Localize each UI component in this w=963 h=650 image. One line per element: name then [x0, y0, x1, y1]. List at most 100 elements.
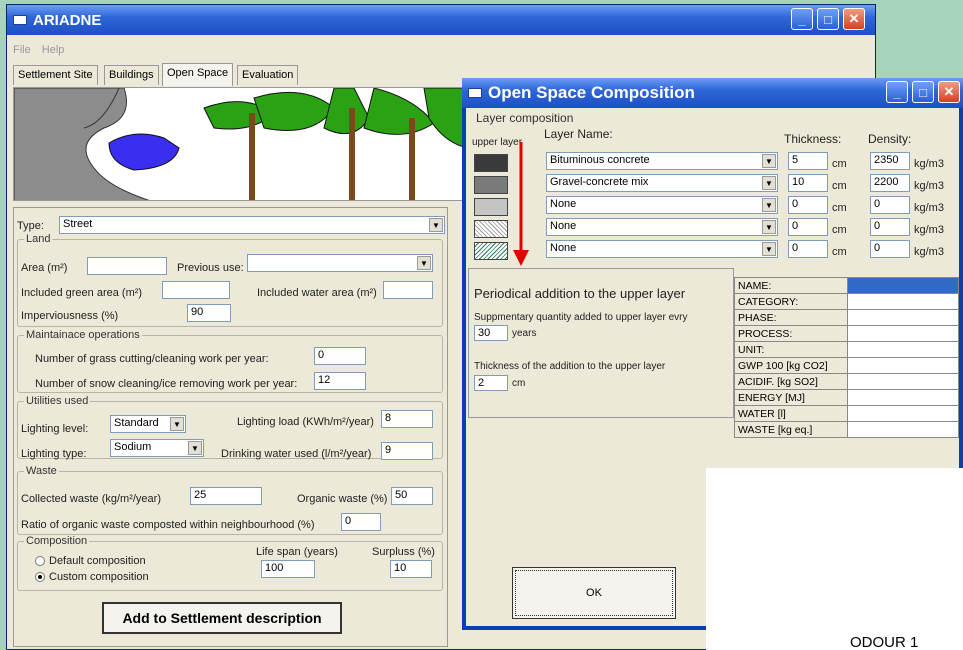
layer-swatch-2 [474, 176, 508, 194]
green-area-label: Included green area (m²) [21, 287, 143, 299]
previous-use-select[interactable]: ▼ [247, 254, 433, 272]
dialog-close-button[interactable]: ✕ [938, 81, 960, 103]
property-value[interactable] [846, 341, 960, 358]
imperviousness-input[interactable]: 90 [187, 304, 231, 322]
layer-thickness-input[interactable]: 0 [788, 196, 828, 214]
layer-density-unit: kg/m3 [914, 158, 944, 170]
property-row[interactable]: NAME: [734, 277, 960, 294]
tab-open-space[interactable]: Open Space [162, 63, 234, 86]
layer-name-select[interactable]: Bituminous concrete ▼ [546, 152, 778, 170]
menu-help[interactable]: Help [42, 44, 65, 56]
layer-swatch-1 [474, 154, 508, 172]
chevron-down-icon: ▼ [762, 176, 776, 190]
property-label: PROCESS: [734, 325, 848, 342]
property-label: NAME: [734, 277, 848, 294]
property-row[interactable]: GWP 100 [kg CO2] [734, 357, 960, 374]
surplus-input[interactable]: 10 [390, 560, 432, 578]
property-row[interactable]: WASTE [kg eq.] [734, 421, 960, 438]
life-span-input[interactable]: 100 [261, 560, 315, 578]
chevron-down-icon: ▼ [762, 242, 776, 256]
dialog-minimize-button[interactable]: _ [886, 81, 908, 103]
property-row[interactable]: PHASE: [734, 309, 960, 326]
default-composition-radio[interactable]: Default composition [35, 555, 146, 567]
layer-name-value: None [550, 198, 577, 210]
layer-thickness-input[interactable]: 5 [788, 152, 828, 170]
grass-cutting-label: Number of grass cutting/cleaning work pe… [35, 353, 269, 365]
lighting-type-select[interactable]: Sodium ▼ [110, 439, 204, 457]
property-row[interactable]: ACIDIF. [kg SO2] [734, 373, 960, 390]
property-row[interactable]: WATER [l] [734, 405, 960, 422]
park-illustration-icon [14, 88, 466, 200]
property-row[interactable]: PROCESS: [734, 325, 960, 342]
tab-evaluation[interactable]: Evaluation [237, 65, 299, 85]
layer-density-input[interactable]: 0 [870, 240, 910, 258]
layer-density-input[interactable]: 2200 [870, 174, 910, 192]
compost-ratio-label: Ratio of organic waste composted within … [21, 519, 315, 531]
property-value[interactable] [846, 277, 960, 294]
addition-thickness-input[interactable]: 2 [474, 375, 508, 391]
close-button[interactable]: ✕ [843, 8, 865, 30]
water-area-input[interactable] [383, 281, 433, 299]
main-title-bar[interactable]: ARIADNE _ □ ✕ [7, 5, 875, 35]
lighting-level-select[interactable]: Standard ▼ [110, 415, 186, 433]
maximize-button[interactable]: □ [817, 8, 839, 30]
tab-settlement-site[interactable]: Settlement Site [13, 65, 98, 85]
property-row[interactable]: CATEGORY: [734, 293, 960, 310]
layer-thickness-input[interactable]: 10 [788, 174, 828, 192]
property-label: WASTE [kg eq.] [734, 421, 848, 438]
layer-density-input[interactable]: 0 [870, 196, 910, 214]
add-to-settlement-button[interactable]: Add to Settlement description [102, 602, 342, 634]
type-label: Type: [17, 220, 44, 232]
organic-waste-input[interactable]: 50 [391, 487, 433, 505]
red-arrow-icon [513, 142, 529, 266]
drinking-water-input[interactable]: 9 [381, 442, 433, 460]
minimize-button[interactable]: _ [791, 8, 813, 30]
lighting-type-value: Sodium [114, 441, 152, 453]
property-value[interactable] [846, 293, 960, 310]
property-row[interactable]: ENERGY [MJ] [734, 389, 960, 406]
layer-name-select[interactable]: None ▼ [546, 218, 778, 236]
area-input[interactable] [87, 257, 167, 275]
layer-density-input[interactable]: 2350 [870, 152, 910, 170]
layer-density-unit: kg/m3 [914, 224, 944, 236]
layer-thickness-input[interactable]: 0 [788, 240, 828, 258]
layer-thickness-unit: cm [832, 180, 847, 192]
layer-name-select[interactable]: None ▼ [546, 240, 778, 258]
layer-thickness-input[interactable]: 0 [788, 218, 828, 236]
custom-composition-radio[interactable]: Custom composition [35, 571, 149, 583]
property-value[interactable] [846, 309, 960, 326]
property-value[interactable] [846, 421, 960, 438]
layer-name-header: Layer Name: [544, 127, 613, 141]
property-value[interactable] [846, 325, 960, 342]
green-area-input[interactable] [162, 281, 230, 299]
menu-file[interactable]: File [13, 44, 31, 56]
chevron-down-icon: ▼ [429, 218, 443, 232]
property-value[interactable] [846, 389, 960, 406]
layer-name-select[interactable]: Gravel-concrete mix ▼ [546, 174, 778, 192]
property-value[interactable] [846, 357, 960, 374]
water-area-label: Included water area (m²) [257, 287, 377, 299]
property-value[interactable] [846, 373, 960, 390]
property-label: PHASE: [734, 309, 848, 326]
property-label: UNIT: [734, 341, 848, 358]
life-span-label: Life span (years) [256, 546, 338, 558]
collected-waste-input[interactable]: 25 [190, 487, 262, 505]
layer-name-value: None [550, 242, 577, 254]
layer-thickness-unit: cm [832, 202, 847, 214]
lighting-load-input[interactable]: 8 [381, 410, 433, 428]
property-value[interactable] [846, 405, 960, 422]
layer-density-input[interactable]: 0 [870, 218, 910, 236]
type-select[interactable]: Street ▼ [59, 216, 445, 234]
dialog-title-bar[interactable]: Open Space Composition _ □ ✕ [462, 78, 963, 108]
grass-cutting-input[interactable]: 0 [314, 347, 366, 365]
dialog-maximize-button[interactable]: □ [912, 81, 934, 103]
layer-swatch-5 [474, 242, 508, 260]
tab-buildings[interactable]: Buildings [104, 65, 159, 85]
property-row[interactable]: UNIT: [734, 341, 960, 358]
snow-cleaning-input[interactable]: 12 [314, 372, 366, 390]
layer-swatch-4 [474, 220, 508, 238]
compost-ratio-input[interactable]: 0 [341, 513, 381, 531]
supplementary-quantity-input[interactable]: 30 [474, 325, 508, 341]
ok-button[interactable]: OK [512, 567, 676, 619]
layer-name-select[interactable]: None ▼ [546, 196, 778, 214]
